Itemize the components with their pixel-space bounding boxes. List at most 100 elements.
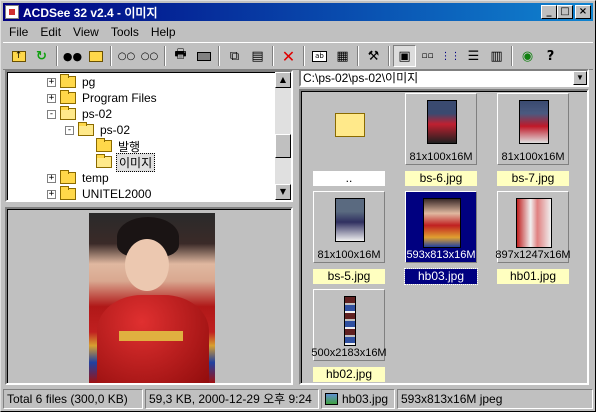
file-name-label: bs-5.jpg: [313, 269, 385, 284]
folder-icon: [60, 90, 76, 104]
toolbar-separator: [357, 46, 359, 66]
file-thumbnail-item[interactable]: 897x1247x16M hb01.jpg: [491, 191, 575, 287]
file-name-label: bs-7.jpg: [497, 171, 569, 186]
thumbnails-icon[interactable]: ▥: [485, 45, 508, 67]
expand-icon[interactable]: +: [47, 77, 56, 87]
image-file-icon: [325, 393, 338, 405]
menu-view[interactable]: View: [67, 23, 105, 41]
rename-icon[interactable]: ab: [308, 45, 331, 67]
file-name-label: hb02.jpg: [313, 367, 385, 382]
scroll-down-arrow[interactable]: ▼: [275, 184, 291, 200]
expand-icon[interactable]: +: [47, 173, 56, 183]
toolbar: ↑ ↻ ●● ○○ ○○ 🖶 ⧉ ▤ ✕ ab ▦ ⚒ ▣ ▫▫ ⋮⋮ ☰ ▥ …: [3, 42, 593, 70]
photo-folder-icon[interactable]: [84, 45, 107, 67]
tree-item-label: pg: [82, 75, 96, 89]
file-thumbnail-grid: .. 81x100x16M bs-6.jpg 81x100x16M bs-7.jpg 81…: [299, 89, 589, 385]
menu-help[interactable]: Help: [145, 23, 182, 41]
tree-item-label: 이미지: [116, 152, 156, 172]
file-thumbnail-item[interactable]: 81x100x16M bs-6.jpg: [399, 93, 483, 189]
preview-image: [89, 213, 215, 383]
toolbar-separator: [303, 46, 305, 66]
preview-pane: [5, 207, 293, 385]
folder-icon: [78, 122, 94, 136]
folder-icon: [335, 113, 365, 137]
view-icon[interactable]: ◉: [516, 45, 539, 67]
thumbnail-frame: [313, 93, 385, 165]
collapse-icon[interactable]: -: [65, 125, 74, 135]
move-icon[interactable]: ▤: [246, 45, 269, 67]
help-icon[interactable]: ?: [539, 45, 562, 67]
tree-item[interactable]: 이미지: [83, 152, 156, 172]
window-title: ACDSee 32 v2.4 - 이미지: [23, 5, 158, 20]
small-icons-icon[interactable]: ▫▫: [416, 45, 439, 67]
tree-item-label: Program Files: [82, 91, 157, 105]
file-thumbnail-item[interactable]: 500x2183x16M hb02.jpg: [307, 289, 391, 385]
file-name-label: bs-6.jpg: [405, 171, 477, 186]
tree-item-label: ps-02: [100, 123, 131, 137]
address-text: C:\ps-02\ps-02\이미지: [303, 71, 419, 85]
status-file-info: 59,3 KB, 2000-12-29 오후 9:24: [145, 389, 319, 409]
next-icon[interactable]: ○○: [138, 45, 161, 67]
close-button[interactable]: ×: [575, 5, 591, 19]
address-combobox[interactable]: C:\ps-02\ps-02\이미지 ▼: [299, 69, 589, 87]
scroll-up-arrow[interactable]: ▲: [275, 72, 291, 88]
file-thumbnail-item[interactable]: 81x100x16M bs-5.jpg: [307, 191, 391, 287]
menu-file[interactable]: File: [3, 23, 34, 41]
binoculars-icon[interactable]: ●●: [61, 45, 84, 67]
file-thumbnail-item[interactable]: 81x100x16M bs-7.jpg: [491, 93, 575, 189]
tree-item[interactable]: - ps-02: [47, 106, 114, 122]
image-dimensions-label: 81x100x16M: [409, 151, 473, 163]
image-thumbnail: [516, 198, 552, 248]
app-icon[interactable]: [5, 5, 19, 19]
scroll-thumb[interactable]: [275, 134, 291, 158]
delete-icon[interactable]: ✕: [277, 45, 300, 67]
tree-item-label: temp: [82, 171, 109, 185]
tools-icon[interactable]: ⚒: [362, 45, 385, 67]
toolbar-separator: [218, 46, 220, 66]
toolbar-separator: [56, 46, 58, 66]
tree-item[interactable]: + UNITEL2000: [47, 186, 153, 201]
tree-scrollbar[interactable]: ▲ ▼: [275, 72, 291, 200]
tree-item[interactable]: - ps-02: [65, 122, 132, 138]
previous-icon[interactable]: ○○: [115, 45, 138, 67]
large-icons-icon[interactable]: ▣: [393, 45, 416, 67]
status-total: Total 6 files (300,0 KB): [3, 389, 143, 409]
menu-edit[interactable]: Edit: [34, 23, 67, 41]
scanner-icon[interactable]: [192, 45, 215, 67]
expand-icon[interactable]: +: [47, 189, 56, 199]
copy-icon[interactable]: ⧉: [223, 45, 246, 67]
toolbar-separator: [511, 46, 513, 66]
toolbar-separator: [388, 46, 390, 66]
tree-item[interactable]: + pg: [47, 74, 97, 90]
expand-icon[interactable]: +: [47, 93, 56, 103]
image-thumbnail: [427, 100, 457, 144]
folder-icon: [96, 138, 112, 152]
chevron-down-icon[interactable]: ▼: [573, 71, 587, 85]
collapse-icon[interactable]: -: [47, 109, 56, 119]
folder-icon: [60, 170, 76, 184]
image-thumbnail: [423, 198, 461, 248]
title-bar[interactable]: ACDSee 32 v2.4 - 이미지 _ □ ×: [3, 3, 593, 21]
file-thumbnail-item[interactable]: 593x813x16M hb03.jpg: [399, 191, 483, 287]
tree-item-label: UNITEL2000: [82, 187, 152, 201]
maximize-button[interactable]: □: [557, 5, 573, 19]
menu-tools[interactable]: Tools: [105, 23, 145, 41]
toolbar-separator: [272, 46, 274, 66]
image-thumbnail: [519, 100, 549, 144]
properties-icon[interactable]: ▦: [331, 45, 354, 67]
status-bar: Total 6 files (300,0 KB) 59,3 KB, 2000-1…: [3, 389, 593, 409]
print-icon[interactable]: 🖶: [169, 45, 192, 67]
parent-folder-item[interactable]: ..: [307, 93, 391, 189]
folder-icon: [96, 154, 112, 168]
minimize-button[interactable]: _: [541, 5, 557, 19]
folder-tree[interactable]: + pg + Program Files - ps-02- ps-02 발행 이미지 + temp +…: [5, 70, 293, 202]
folder-up-icon[interactable]: ↑: [7, 45, 30, 67]
image-thumbnail: [335, 198, 365, 242]
file-name-label: hb03.jpg: [404, 268, 478, 285]
details-icon[interactable]: ☰: [462, 45, 485, 67]
refresh-icon[interactable]: ↻: [30, 45, 53, 67]
tree-item[interactable]: + Program Files: [47, 90, 159, 106]
list-icon[interactable]: ⋮⋮: [439, 45, 462, 67]
tree-item[interactable]: + temp: [47, 170, 111, 186]
folder-icon: [60, 74, 76, 88]
